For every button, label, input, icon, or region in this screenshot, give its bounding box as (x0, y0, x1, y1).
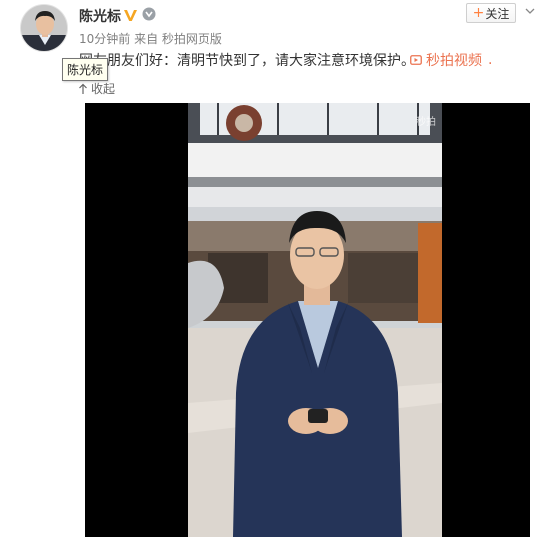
video-frame: 秒拍 (188, 103, 442, 537)
verified-badge-icon (124, 10, 137, 21)
video-link-suffix: . (488, 52, 493, 68)
author-avatar[interactable] (20, 4, 68, 52)
post-text: 网友朋友们好：清明节快到了，请大家注意环境保护。 (79, 53, 415, 69)
video-link-label: 秒拍视频 (426, 53, 482, 69)
chevron-down-icon[interactable] (525, 6, 535, 16)
collapse-label: 收起 (91, 82, 116, 96)
arrow-up-icon (79, 83, 87, 94)
video-link[interactable]: 秒拍视频 . (410, 50, 492, 70)
member-icon[interactable] (142, 7, 156, 21)
video-player[interactable]: 秒拍 (85, 103, 530, 537)
video-watermark: 秒拍 (416, 117, 436, 128)
follow-label: 关注 (485, 6, 510, 21)
collapse-button[interactable]: 收起 (78, 80, 115, 97)
follow-button[interactable]: + 关注 (466, 3, 516, 23)
post-source[interactable]: 来自 秒拍网页版 (134, 32, 222, 46)
post-meta: 10分钟前 来自 秒拍网页版 (79, 30, 222, 47)
author-name[interactable]: 陈光标 (79, 6, 121, 26)
name-tooltip: 陈光标 (62, 58, 109, 81)
video-icon (410, 55, 422, 65)
plus-icon: + (472, 5, 485, 21)
post-timestamp[interactable]: 10分钟前 (79, 32, 130, 46)
